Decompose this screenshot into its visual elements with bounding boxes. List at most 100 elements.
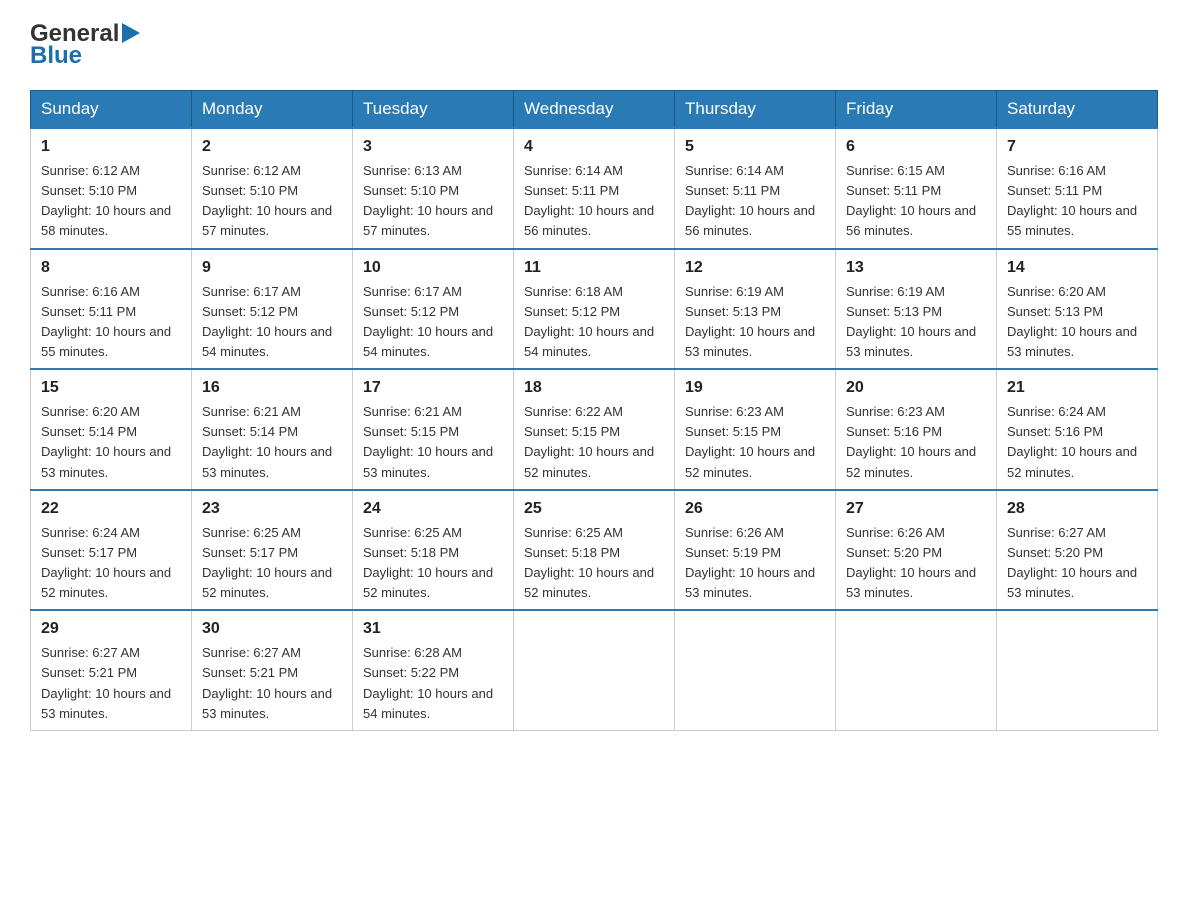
calendar-cell: 1Sunrise: 6:12 AMSunset: 5:10 PMDaylight… xyxy=(31,128,192,249)
calendar-cell: 23Sunrise: 6:25 AMSunset: 5:17 PMDayligh… xyxy=(192,490,353,611)
day-number: 12 xyxy=(685,256,825,280)
day-number: 27 xyxy=(846,497,986,521)
day-number: 30 xyxy=(202,617,342,641)
calendar-cell: 16Sunrise: 6:21 AMSunset: 5:14 PMDayligh… xyxy=(192,369,353,490)
page-header: General Blue xyxy=(30,20,1158,70)
day-number: 7 xyxy=(1007,135,1147,159)
col-header-monday: Monday xyxy=(192,91,353,129)
day-number: 29 xyxy=(41,617,181,641)
calendar-cell: 29Sunrise: 6:27 AMSunset: 5:21 PMDayligh… xyxy=(31,610,192,730)
calendar-cell: 10Sunrise: 6:17 AMSunset: 5:12 PMDayligh… xyxy=(353,249,514,370)
day-number: 26 xyxy=(685,497,825,521)
calendar-week-2: 8Sunrise: 6:16 AMSunset: 5:11 PMDaylight… xyxy=(31,249,1158,370)
calendar-cell: 12Sunrise: 6:19 AMSunset: 5:13 PMDayligh… xyxy=(675,249,836,370)
day-number: 6 xyxy=(846,135,986,159)
calendar-cell: 30Sunrise: 6:27 AMSunset: 5:21 PMDayligh… xyxy=(192,610,353,730)
day-number: 18 xyxy=(524,376,664,400)
calendar-cell: 8Sunrise: 6:16 AMSunset: 5:11 PMDaylight… xyxy=(31,249,192,370)
calendar-week-4: 22Sunrise: 6:24 AMSunset: 5:17 PMDayligh… xyxy=(31,490,1158,611)
calendar-cell: 26Sunrise: 6:26 AMSunset: 5:19 PMDayligh… xyxy=(675,490,836,611)
day-info: Sunrise: 6:15 AMSunset: 5:11 PMDaylight:… xyxy=(846,161,986,242)
day-info: Sunrise: 6:16 AMSunset: 5:11 PMDaylight:… xyxy=(41,282,181,363)
calendar-cell: 18Sunrise: 6:22 AMSunset: 5:15 PMDayligh… xyxy=(514,369,675,490)
day-number: 22 xyxy=(41,497,181,521)
col-header-thursday: Thursday xyxy=(675,91,836,129)
day-number: 11 xyxy=(524,256,664,280)
calendar-cell: 13Sunrise: 6:19 AMSunset: 5:13 PMDayligh… xyxy=(836,249,997,370)
calendar-cell: 20Sunrise: 6:23 AMSunset: 5:16 PMDayligh… xyxy=(836,369,997,490)
day-info: Sunrise: 6:20 AMSunset: 5:14 PMDaylight:… xyxy=(41,402,181,483)
col-header-sunday: Sunday xyxy=(31,91,192,129)
col-header-saturday: Saturday xyxy=(997,91,1158,129)
day-info: Sunrise: 6:13 AMSunset: 5:10 PMDaylight:… xyxy=(363,161,503,242)
day-number: 15 xyxy=(41,376,181,400)
day-number: 3 xyxy=(363,135,503,159)
day-number: 14 xyxy=(1007,256,1147,280)
calendar-cell: 5Sunrise: 6:14 AMSunset: 5:11 PMDaylight… xyxy=(675,128,836,249)
day-number: 4 xyxy=(524,135,664,159)
calendar-cell: 24Sunrise: 6:25 AMSunset: 5:18 PMDayligh… xyxy=(353,490,514,611)
day-number: 10 xyxy=(363,256,503,280)
calendar-cell: 7Sunrise: 6:16 AMSunset: 5:11 PMDaylight… xyxy=(997,128,1158,249)
day-info: Sunrise: 6:25 AMSunset: 5:18 PMDaylight:… xyxy=(524,523,664,604)
day-info: Sunrise: 6:28 AMSunset: 5:22 PMDaylight:… xyxy=(363,643,503,724)
calendar-cell: 9Sunrise: 6:17 AMSunset: 5:12 PMDaylight… xyxy=(192,249,353,370)
calendar-cell: 3Sunrise: 6:13 AMSunset: 5:10 PMDaylight… xyxy=(353,128,514,249)
day-info: Sunrise: 6:19 AMSunset: 5:13 PMDaylight:… xyxy=(846,282,986,363)
day-number: 31 xyxy=(363,617,503,641)
calendar-cell xyxy=(514,610,675,730)
logo: General Blue xyxy=(30,20,140,70)
day-number: 13 xyxy=(846,256,986,280)
day-number: 20 xyxy=(846,376,986,400)
day-info: Sunrise: 6:16 AMSunset: 5:11 PMDaylight:… xyxy=(1007,161,1147,242)
calendar-cell: 21Sunrise: 6:24 AMSunset: 5:16 PMDayligh… xyxy=(997,369,1158,490)
calendar-cell: 11Sunrise: 6:18 AMSunset: 5:12 PMDayligh… xyxy=(514,249,675,370)
day-number: 16 xyxy=(202,376,342,400)
day-info: Sunrise: 6:27 AMSunset: 5:21 PMDaylight:… xyxy=(202,643,342,724)
col-header-wednesday: Wednesday xyxy=(514,91,675,129)
day-info: Sunrise: 6:24 AMSunset: 5:16 PMDaylight:… xyxy=(1007,402,1147,483)
day-number: 23 xyxy=(202,497,342,521)
calendar-cell: 14Sunrise: 6:20 AMSunset: 5:13 PMDayligh… xyxy=(997,249,1158,370)
calendar-cell: 22Sunrise: 6:24 AMSunset: 5:17 PMDayligh… xyxy=(31,490,192,611)
day-info: Sunrise: 6:27 AMSunset: 5:21 PMDaylight:… xyxy=(41,643,181,724)
calendar-week-1: 1Sunrise: 6:12 AMSunset: 5:10 PMDaylight… xyxy=(31,128,1158,249)
day-info: Sunrise: 6:17 AMSunset: 5:12 PMDaylight:… xyxy=(363,282,503,363)
day-info: Sunrise: 6:23 AMSunset: 5:15 PMDaylight:… xyxy=(685,402,825,483)
day-info: Sunrise: 6:12 AMSunset: 5:10 PMDaylight:… xyxy=(41,161,181,242)
day-number: 19 xyxy=(685,376,825,400)
day-number: 25 xyxy=(524,497,664,521)
day-info: Sunrise: 6:26 AMSunset: 5:20 PMDaylight:… xyxy=(846,523,986,604)
day-info: Sunrise: 6:25 AMSunset: 5:18 PMDaylight:… xyxy=(363,523,503,604)
calendar-header-row: SundayMondayTuesdayWednesdayThursdayFrid… xyxy=(31,91,1158,129)
day-number: 2 xyxy=(202,135,342,159)
day-number: 9 xyxy=(202,256,342,280)
day-info: Sunrise: 6:17 AMSunset: 5:12 PMDaylight:… xyxy=(202,282,342,363)
day-number: 24 xyxy=(363,497,503,521)
day-info: Sunrise: 6:19 AMSunset: 5:13 PMDaylight:… xyxy=(685,282,825,363)
logo-blue-text: Blue xyxy=(30,42,140,70)
day-info: Sunrise: 6:21 AMSunset: 5:15 PMDaylight:… xyxy=(363,402,503,483)
day-info: Sunrise: 6:14 AMSunset: 5:11 PMDaylight:… xyxy=(524,161,664,242)
day-info: Sunrise: 6:14 AMSunset: 5:11 PMDaylight:… xyxy=(685,161,825,242)
day-info: Sunrise: 6:21 AMSunset: 5:14 PMDaylight:… xyxy=(202,402,342,483)
calendar-cell xyxy=(836,610,997,730)
day-info: Sunrise: 6:12 AMSunset: 5:10 PMDaylight:… xyxy=(202,161,342,242)
day-number: 21 xyxy=(1007,376,1147,400)
day-info: Sunrise: 6:26 AMSunset: 5:19 PMDaylight:… xyxy=(685,523,825,604)
day-number: 8 xyxy=(41,256,181,280)
calendar-cell: 31Sunrise: 6:28 AMSunset: 5:22 PMDayligh… xyxy=(353,610,514,730)
calendar-cell: 28Sunrise: 6:27 AMSunset: 5:20 PMDayligh… xyxy=(997,490,1158,611)
day-number: 28 xyxy=(1007,497,1147,521)
day-number: 17 xyxy=(363,376,503,400)
calendar-cell: 25Sunrise: 6:25 AMSunset: 5:18 PMDayligh… xyxy=(514,490,675,611)
calendar-cell: 19Sunrise: 6:23 AMSunset: 5:15 PMDayligh… xyxy=(675,369,836,490)
day-info: Sunrise: 6:27 AMSunset: 5:20 PMDaylight:… xyxy=(1007,523,1147,604)
col-header-tuesday: Tuesday xyxy=(353,91,514,129)
day-info: Sunrise: 6:23 AMSunset: 5:16 PMDaylight:… xyxy=(846,402,986,483)
day-number: 5 xyxy=(685,135,825,159)
day-info: Sunrise: 6:25 AMSunset: 5:17 PMDaylight:… xyxy=(202,523,342,604)
calendar-cell xyxy=(675,610,836,730)
col-header-friday: Friday xyxy=(836,91,997,129)
calendar-cell: 2Sunrise: 6:12 AMSunset: 5:10 PMDaylight… xyxy=(192,128,353,249)
